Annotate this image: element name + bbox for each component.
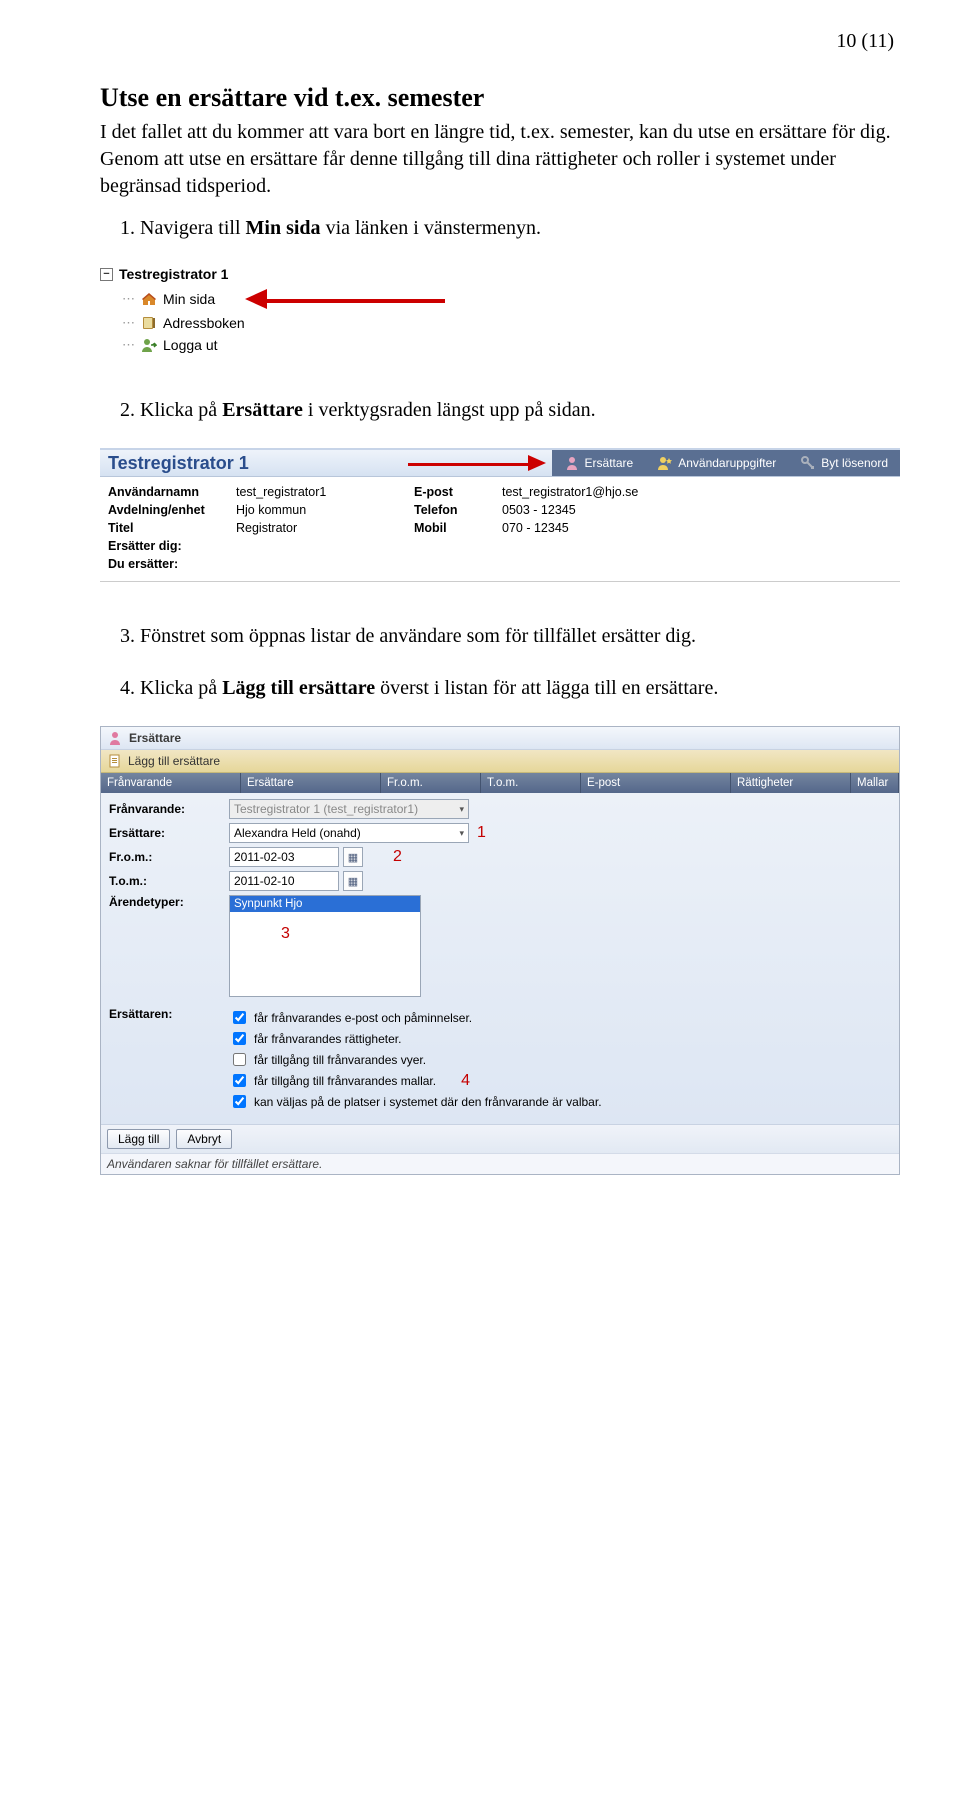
mobile-value: 070 - 12345 bbox=[502, 521, 892, 535]
perm-checkbox[interactable]: får tillgång till frånvarandes vyer. bbox=[229, 1049, 602, 1070]
tree-item-label: Adressboken bbox=[163, 315, 245, 331]
dialog-column-headers: Frånvarande Ersättare Fr.o.m. T.o.m. E-p… bbox=[101, 773, 899, 793]
to-date-input[interactable] bbox=[229, 871, 339, 891]
phone-label: Telefon bbox=[414, 503, 484, 517]
document-icon bbox=[107, 753, 123, 769]
status-bar: Användaren saknar för tillfället ersätta… bbox=[101, 1153, 899, 1174]
cancel-button[interactable]: Avbryt bbox=[176, 1129, 232, 1149]
username-label: Användarnamn bbox=[108, 485, 218, 499]
ersattare-button[interactable]: Ersättare bbox=[552, 450, 646, 476]
addressbook-icon bbox=[141, 315, 157, 331]
section-heading: Utse en ersättare vid t.ex. semester bbox=[100, 83, 900, 113]
logout-icon bbox=[141, 337, 157, 353]
callout-2: 2 bbox=[393, 848, 402, 866]
casetypes-listbox[interactable]: Synpunkt Hjo bbox=[229, 895, 421, 997]
step-3: Fönstret som öppnas listar de användare … bbox=[140, 622, 900, 650]
tree-item-logga-ut[interactable]: ⋯ Logga ut bbox=[122, 334, 900, 356]
intro-paragraph: I det fallet att du kommer att vara bort… bbox=[100, 119, 900, 200]
replacement-label: Ersättare: bbox=[109, 826, 229, 840]
absent-label: Frånvarande: bbox=[109, 802, 229, 816]
perm-checkbox[interactable]: får tillgång till frånvarandes mallar. 4 bbox=[229, 1070, 602, 1091]
perm-checkbox[interactable]: får frånvarandes e-post och påminnelser. bbox=[229, 1007, 602, 1028]
department-label: Avdelning/enhet bbox=[108, 503, 218, 517]
tree-item-min-sida[interactable]: ⋯ Min sida bbox=[122, 286, 900, 312]
step-4: Klicka på Lägg till ersättare överst i l… bbox=[140, 674, 900, 702]
email-value: test_registrator1@hjo.se bbox=[502, 485, 892, 499]
calendar-icon[interactable]: ▦ bbox=[343, 871, 363, 891]
username-value: test_registrator1 bbox=[236, 485, 396, 499]
list-item[interactable]: Synpunkt Hjo bbox=[230, 896, 420, 912]
add-ersattare-button[interactable]: Lägg till ersättare bbox=[101, 750, 899, 773]
absent-select: Testregistrator 1 (test_registrator1)▾ bbox=[229, 799, 469, 819]
red-arrow-annotation bbox=[245, 289, 445, 309]
tree-root-label[interactable]: Testregistrator 1 bbox=[119, 266, 228, 282]
tree-collapse-icon[interactable]: − bbox=[100, 268, 113, 281]
ersattaren-label: Ersättaren: bbox=[109, 1007, 229, 1021]
step-1: Navigera till Min sida via länken i väns… bbox=[140, 214, 900, 242]
person-icon bbox=[107, 730, 123, 746]
tree-panel: − Testregistrator 1 ⋯ Min sida ⋯ Adressb… bbox=[100, 266, 900, 356]
person-star-icon bbox=[657, 455, 673, 471]
detail-title: Testregistrator 1 bbox=[100, 450, 255, 477]
key-icon bbox=[800, 455, 816, 471]
you-replace-label: Du ersätter: bbox=[108, 557, 218, 571]
department-value: Hjo kommun bbox=[236, 503, 396, 517]
page-number: 10 (11) bbox=[100, 30, 900, 53]
tree-item-adressboken[interactable]: ⋯ Adressboken bbox=[122, 312, 900, 334]
casetypes-label: Ärendetyper: bbox=[109, 895, 229, 909]
mobile-label: Mobil bbox=[414, 521, 484, 535]
perm-checkbox[interactable]: får frånvarandes rättigheter. bbox=[229, 1028, 602, 1049]
phone-value: 0503 - 12345 bbox=[502, 503, 892, 517]
detail-panel: Testregistrator 1 Ersättare Användaruppg… bbox=[100, 448, 900, 582]
title-label: Titel bbox=[108, 521, 218, 535]
dialog-title-bar: Ersättare bbox=[101, 727, 899, 750]
byt-losenord-button[interactable]: Byt lösenord bbox=[788, 450, 900, 476]
detail-actions-bar: Ersättare Användaruppgifter Byt lösenord bbox=[552, 450, 900, 476]
replaces-you-label: Ersätter dig: bbox=[108, 539, 218, 553]
tree-item-label: Logga ut bbox=[163, 337, 218, 353]
calendar-icon[interactable]: ▦ bbox=[343, 847, 363, 867]
tree-item-label: Min sida bbox=[163, 291, 215, 307]
person-icon bbox=[564, 455, 580, 471]
callout-3: 3 bbox=[281, 925, 290, 943]
add-button[interactable]: Lägg till bbox=[107, 1129, 170, 1149]
from-label: Fr.o.m.: bbox=[109, 850, 229, 864]
step-2: Klicka på Ersättare i verktygsraden läng… bbox=[140, 396, 900, 424]
callout-1: 1 bbox=[477, 824, 486, 842]
home-icon bbox=[141, 291, 157, 307]
perm-checkbox[interactable]: kan väljas på de platser i systemet där … bbox=[229, 1091, 602, 1112]
title-value: Registrator bbox=[236, 521, 396, 535]
replacement-select[interactable]: Alexandra Held (onahd)▾ bbox=[229, 823, 469, 843]
from-date-input[interactable] bbox=[229, 847, 339, 867]
anvandaruppgifter-button[interactable]: Användaruppgifter bbox=[645, 450, 788, 476]
ersattare-dialog: Ersättare Lägg till ersättare Frånvarand… bbox=[100, 726, 900, 1175]
to-label: T.o.m.: bbox=[109, 874, 229, 888]
callout-4: 4 bbox=[461, 1072, 470, 1090]
email-label: E-post bbox=[414, 485, 484, 499]
red-arrow-annotation bbox=[408, 455, 546, 471]
